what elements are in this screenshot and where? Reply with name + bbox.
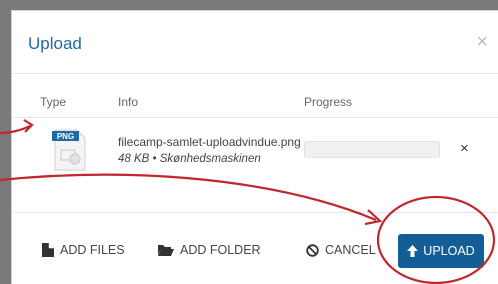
cancel-icon: [306, 243, 319, 257]
dialog-title: Upload: [28, 34, 82, 53]
add-files-button[interactable]: ADD FILES: [42, 243, 125, 257]
file-icon: [42, 243, 54, 257]
add-folder-label: ADD FOLDER: [180, 243, 261, 257]
file-type-badge: PNG: [57, 132, 74, 141]
column-header-progress: Progress: [304, 95, 353, 109]
table-divider: [12, 117, 498, 118]
folder-open-icon: [158, 245, 174, 256]
remove-file-icon[interactable]: ×: [460, 140, 469, 157]
column-header-info: Info: [118, 95, 139, 109]
png-file-icon: PNG: [52, 129, 86, 171]
cancel-button[interactable]: CANCEL: [306, 243, 376, 257]
upload-dialog: Upload × Type Info Progress PNG filecamp…: [11, 10, 498, 284]
upload-button[interactable]: UPLOAD: [398, 234, 484, 268]
close-icon[interactable]: ×: [476, 32, 488, 52]
dialog-header: Upload ×: [12, 11, 498, 74]
add-folder-button[interactable]: ADD FOLDER: [158, 243, 261, 257]
add-files-label: ADD FILES: [60, 243, 125, 257]
file-meta: 48 KB • Skønhedsmaskinen: [118, 153, 261, 165]
footer-divider: [12, 212, 498, 213]
cancel-label: CANCEL: [325, 243, 376, 257]
upload-label: UPLOAD: [423, 244, 475, 258]
arrow-up-icon: [407, 245, 419, 257]
file-name: filecamp-samlet-uploadvindue.png: [118, 135, 301, 149]
column-header-type: Type: [40, 95, 67, 109]
upload-progress-bar: [304, 141, 440, 158]
